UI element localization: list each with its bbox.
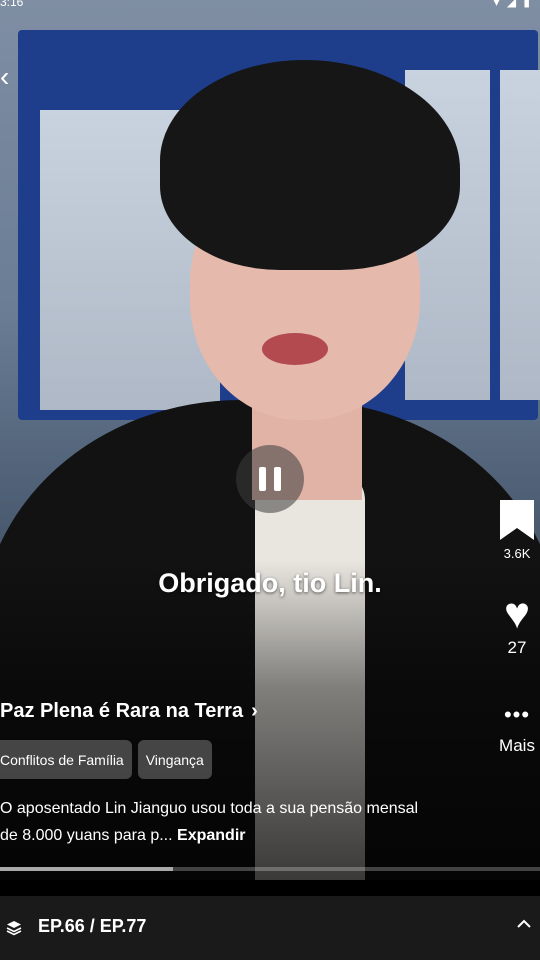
pause-icon — [259, 467, 281, 491]
heart-icon: ♥ — [503, 589, 531, 638]
tag-list: Conflitos de Família Vingança — [0, 740, 212, 779]
pause-button[interactable] — [236, 445, 304, 513]
like-button[interactable]: ♥ 27 — [494, 592, 540, 658]
expand-link[interactable]: Expandir — [177, 827, 245, 844]
back-icon[interactable]: ‹ — [0, 62, 16, 92]
tag-chip[interactable]: Vingança — [137, 740, 212, 779]
video-subtitle: Obrigado, tio Lin. — [158, 568, 382, 598]
more-button[interactable]: ••• Mais — [494, 704, 540, 756]
like-count: 27 — [507, 638, 527, 657]
show-title-link[interactable]: Paz Plena é Rara na Terra › — [0, 700, 258, 723]
status-icons: ▾ ◢ ▮ — [493, 0, 532, 9]
show-description: O aposentado Lin Jianguo usou toda a sua… — [0, 795, 430, 849]
divider — [0, 880, 540, 896]
chevron-up-icon[interactable] — [516, 916, 532, 932]
more-label: Mais — [499, 736, 535, 755]
status-bar: 3:16 ▾ ◢ ▮ — [0, 0, 540, 14]
tag-chip[interactable]: Conflitos de Família — [0, 740, 132, 779]
status-time: 3:16 — [0, 0, 24, 9]
video-scene-pane — [500, 70, 540, 400]
bookmark-count: 3.6K — [503, 546, 531, 561]
episode-label: EP.66 / EP.77 — [38, 916, 147, 936]
episode-selector-bar[interactable]: EP.66 / EP.77 — [0, 896, 540, 960]
more-dots-icon: ••• — [503, 702, 531, 727]
bookmark-icon — [500, 500, 534, 540]
layers-icon — [6, 921, 22, 936]
video-progress-bar[interactable] — [0, 867, 540, 871]
chevron-right-icon: › — [251, 700, 258, 722]
video-progress-fill — [0, 867, 173, 871]
bookmark-button[interactable]: 3.6K — [494, 500, 540, 561]
video-scene-person-mouth — [262, 333, 328, 365]
show-title: Paz Plena é Rara na Terra — [0, 700, 244, 722]
video-scene-person-hair — [160, 60, 460, 270]
